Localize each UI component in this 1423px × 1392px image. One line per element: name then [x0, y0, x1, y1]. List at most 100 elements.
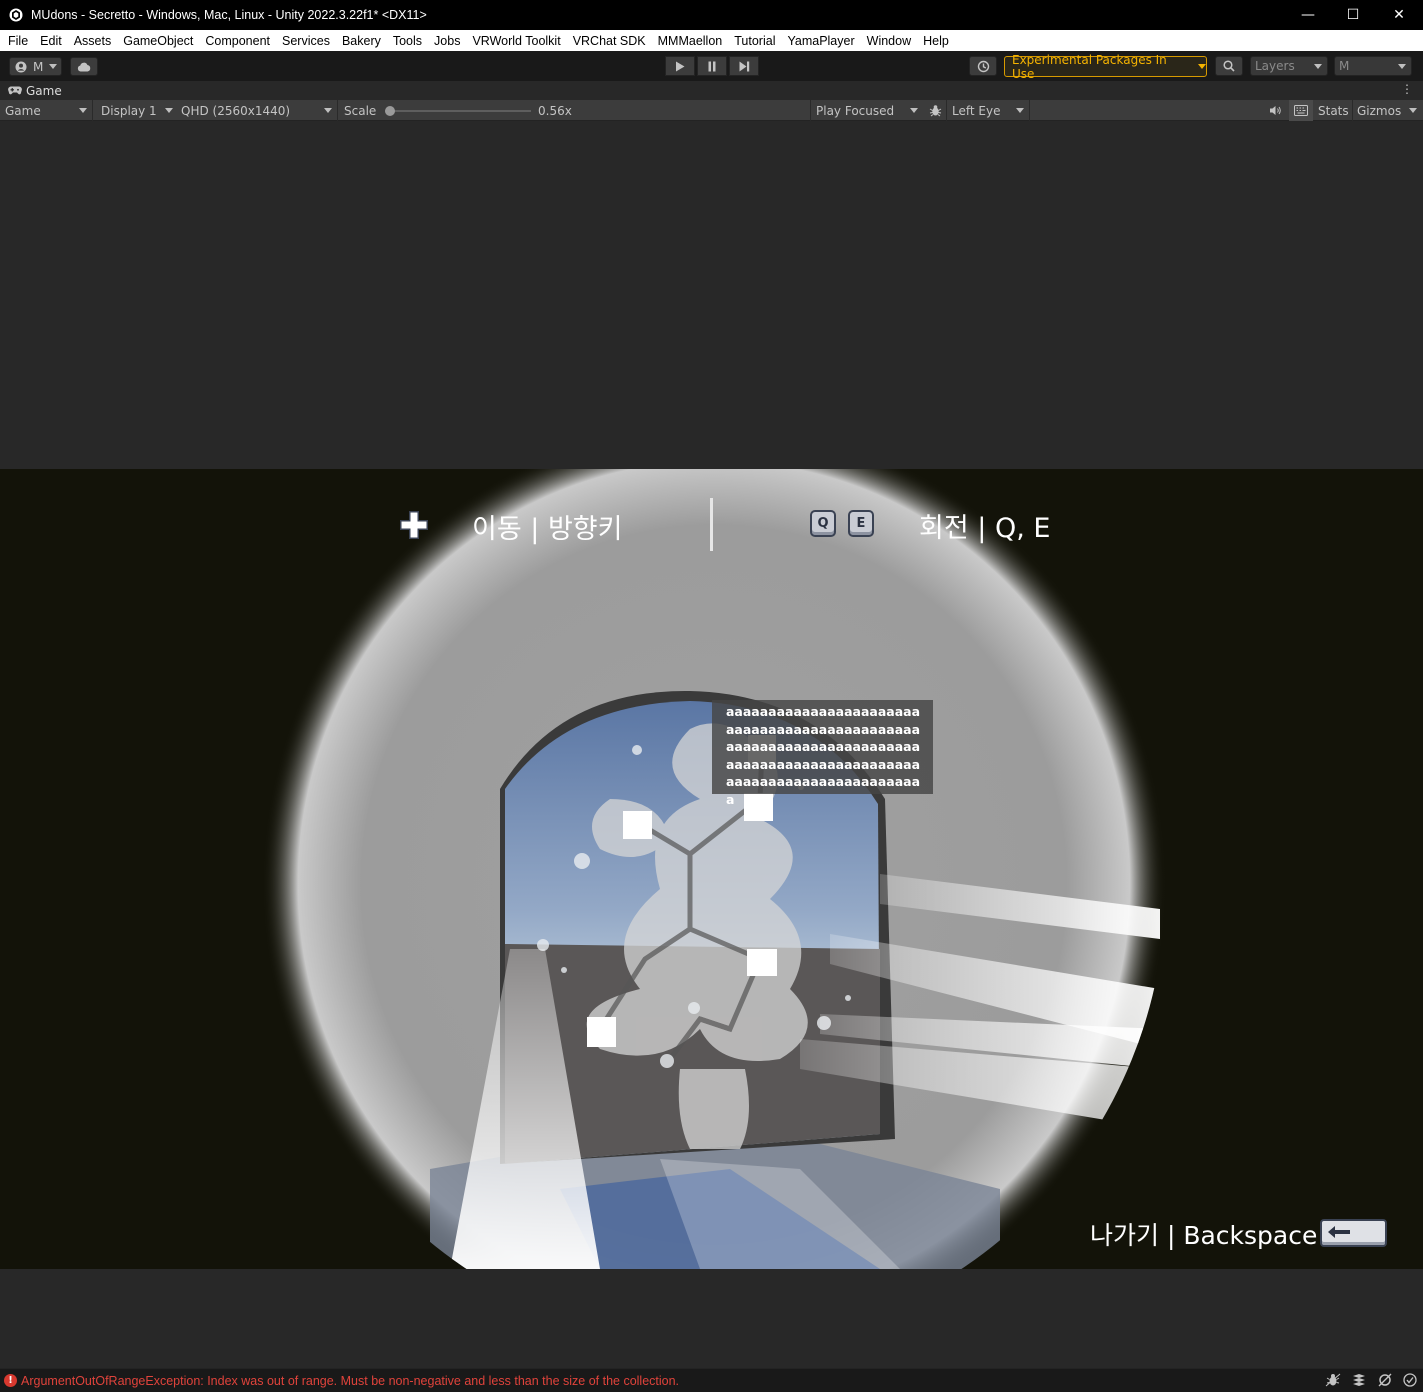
scale-slider-handle[interactable] [385, 106, 395, 116]
menu-window[interactable]: Window [861, 34, 917, 48]
display-label: Display 1 [101, 103, 157, 118]
key-q-label: Q [817, 516, 829, 531]
shortcuts-toggle[interactable] [1289, 100, 1313, 121]
playback-controls [665, 56, 761, 76]
debug-icon[interactable] [1325, 1373, 1341, 1387]
tab-bar: Game ⋮ [0, 81, 1423, 100]
close-button[interactable]: ✕ [1376, 0, 1422, 30]
speaker-icon [1269, 106, 1281, 115]
resolution-label: QHD (2560x1440) [181, 103, 291, 118]
step-button[interactable] [729, 56, 759, 76]
menu-edit[interactable]: Edit [34, 34, 68, 48]
eye-label: Left Eye [952, 103, 1001, 118]
view-mode-label: Game [5, 103, 41, 118]
minimize-button[interactable]: — [1285, 0, 1331, 30]
menu-services[interactable]: Services [276, 34, 336, 48]
search-icon [1223, 60, 1235, 72]
divider [92, 100, 93, 121]
keyboard-icon [1294, 105, 1308, 116]
menu-yamaplayer[interactable]: YamaPlayer [781, 34, 860, 48]
menu-component[interactable]: Component [199, 34, 276, 48]
view-mode-dropdown[interactable]: Game [5, 100, 90, 121]
layout-dropdown[interactable]: M [1334, 56, 1412, 76]
auto-generate-lighting-icon[interactable] [1377, 1373, 1393, 1387]
chevron-down-icon [910, 108, 918, 113]
layout-label: M [1339, 59, 1350, 73]
game-view-toolbar: Game Display 1 QHD (2560x1440) Scale 0.5… [0, 100, 1423, 121]
menu-tools[interactable]: Tools [387, 34, 428, 48]
scale-value: 0.56x [538, 103, 572, 118]
menu-vrchat-sdk[interactable]: VRChat SDK [567, 34, 652, 48]
scale-slider[interactable] [385, 106, 531, 116]
tab-game[interactable]: Game [0, 81, 70, 100]
check-circle-icon[interactable] [1403, 1373, 1417, 1387]
window-title: MUdons - Secretto - Windows, Mac, Linux … [31, 8, 427, 22]
experimental-packages-dropdown[interactable]: Experimental Packages In Use [1004, 53, 1207, 81]
pause-button[interactable] [697, 56, 727, 76]
eye-dropdown[interactable]: Left Eye [952, 100, 1026, 121]
main-toolbar: M Experimental Packages In Use Layers M [0, 51, 1423, 81]
account-dropdown[interactable]: M [9, 57, 62, 76]
menu-file[interactable]: File [2, 34, 34, 48]
gamepad-icon [8, 86, 22, 95]
menu-bakery[interactable]: Bakery [336, 34, 387, 48]
resolution-dropdown[interactable]: QHD (2560x1440) [181, 100, 334, 121]
key-e-icon: E [848, 510, 874, 537]
menu-vrworld-toolkit[interactable]: VRWorld Toolkit [466, 34, 566, 48]
divider [810, 100, 811, 121]
tab-game-label: Game [26, 83, 62, 98]
chevron-down-icon [49, 64, 58, 69]
status-icons [1325, 1373, 1417, 1387]
menu-mmmaellon[interactable]: MMMaellon [652, 34, 729, 48]
unity-logo-icon [9, 8, 23, 22]
chevron-down-icon [1398, 64, 1406, 69]
kebab-menu-icon[interactable]: ⋮ [1401, 82, 1413, 96]
search-button[interactable] [1215, 56, 1243, 76]
chevron-down-icon [165, 108, 173, 113]
chevron-down-icon [1314, 64, 1322, 69]
pause-icon [708, 61, 716, 71]
game-render-area[interactable]: 이동 | 방향키 Q E 회전 | Q, E 나가기 | Backspace [0, 469, 1423, 1269]
play-mode-label: Play Focused [816, 103, 895, 118]
status-bar: ! ArgumentOutOfRangeException: Index was… [0, 1368, 1423, 1392]
mute-audio-toggle[interactable] [1267, 100, 1283, 121]
console-error-message[interactable]: ArgumentOutOfRangeException: Index was o… [21, 1374, 679, 1388]
layers-dropdown[interactable]: Layers [1250, 56, 1328, 76]
gizmos-toggle[interactable]: Gizmos [1357, 100, 1401, 121]
game-view[interactable]: 이동 | 방향키 Q E 회전 | Q, E 나가기 | Backspace a… [0, 122, 1423, 1368]
menu-assets[interactable]: Assets [68, 34, 118, 48]
play-button[interactable] [665, 56, 695, 76]
menu-help[interactable]: Help [917, 34, 955, 48]
divider [1352, 100, 1353, 121]
stats-toggle[interactable]: Stats [1318, 100, 1349, 121]
key-q-icon: Q [810, 510, 836, 537]
chevron-down-icon [1016, 108, 1024, 113]
scene-illustration-icon [262, 469, 1166, 1269]
menu-jobs[interactable]: Jobs [428, 34, 466, 48]
maximize-button[interactable]: ☐ [1330, 0, 1376, 30]
maximize-icon: ☐ [1346, 7, 1360, 23]
chevron-down-icon [1198, 64, 1206, 69]
menu-tutorial[interactable]: Tutorial [728, 34, 781, 48]
backspace-key-icon [1320, 1219, 1387, 1247]
step-icon [739, 61, 749, 71]
dpad-icon [400, 511, 428, 539]
rotate-hint: 회전 | Q, E [919, 513, 1051, 544]
play-icon [676, 61, 685, 71]
layers-stack-icon[interactable] [1351, 1373, 1367, 1387]
hud-divider [710, 498, 713, 551]
cloud-button[interactable] [70, 57, 98, 76]
debug-toggle[interactable] [927, 100, 943, 121]
gizmos-dropdown-icon[interactable] [1409, 108, 1417, 113]
menu-bar: File Edit Assets GameObject Component Se… [0, 30, 1423, 51]
error-icon: ! [4, 1374, 17, 1387]
account-label: M [33, 59, 44, 74]
history-button[interactable] [969, 56, 997, 76]
minimize-icon: — [1301, 7, 1315, 23]
experimental-packages-label: Experimental Packages In Use [1012, 52, 1167, 81]
display-dropdown[interactable]: Display 1 [101, 100, 175, 121]
divider [946, 100, 947, 121]
scale-label: Scale [344, 103, 377, 118]
play-mode-dropdown[interactable]: Play Focused [816, 100, 920, 121]
menu-gameobject[interactable]: GameObject [117, 34, 199, 48]
